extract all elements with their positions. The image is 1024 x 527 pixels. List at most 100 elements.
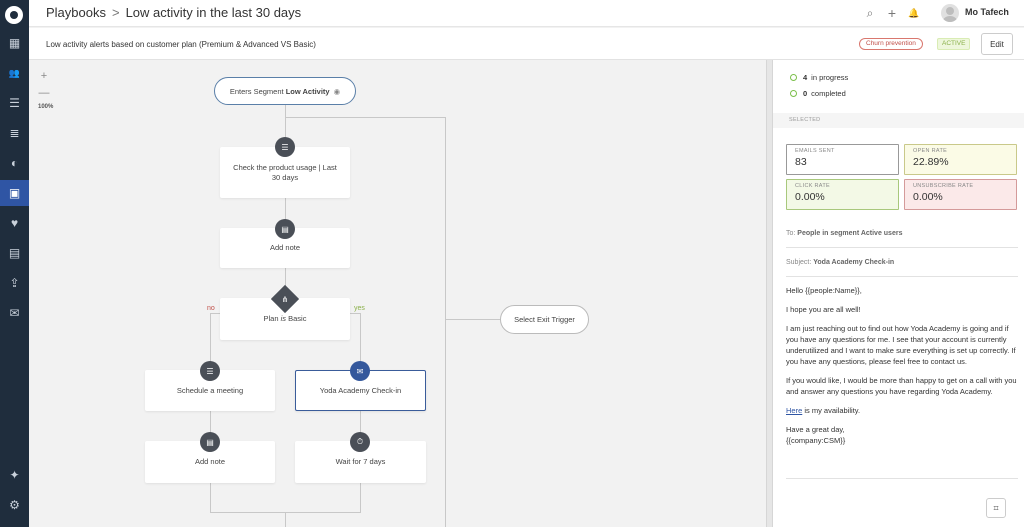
email-subject-field: Subject: Yoda Academy Check-in [786,259,1018,266]
lists-icon: ≣ [9,126,20,140]
signature-text: {{company:CSM}} [786,436,846,445]
check-circle-icon [790,90,797,97]
page-title: Low activity in the last 30 days [125,5,302,20]
branch-yes-label: yes [354,305,365,312]
top-bar: Playbooks > Low activity in the last 30 da… [29,0,1024,27]
connector [445,319,500,320]
breadcrumb: Playbooks > Low activity in the last 30 da… [46,5,301,20]
lightbulb-icon: ✦ [9,468,20,482]
task-list-icon: ☰ [200,361,220,381]
plan-value: Basic [286,314,307,323]
segments-icon: ☰ [9,96,20,110]
sidebar-item-lists[interactable]: ≣ [0,120,29,146]
wait-label: Wait for 7 days [335,457,386,466]
add-icon[interactable]: + [885,6,899,20]
connector [360,482,361,512]
playbooks-icon: ▣ [8,186,21,200]
sidebar-item-messages[interactable]: ✉ [0,300,29,326]
in-progress-count: 4 [803,73,808,82]
entry-trigger-node[interactable]: Enters Segment Low Activity ◉ [214,77,356,105]
in-progress-stat: 4 in progress [790,73,848,82]
user-name[interactable]: Mo Tafech [965,7,1009,17]
note-icon: ▤ [200,432,220,452]
scan-icon[interactable]: ⌗ [986,498,1006,518]
subject-value: Yoda Academy Check-in [813,259,895,266]
email-availability-line: Here is my availability. [786,405,1021,416]
unsubscribe-rate-value: 0.00% [913,191,943,203]
note-icon: ▤ [275,219,295,239]
sidebar-item-calculator[interactable]: ▤ [0,240,29,266]
to-label: To: [786,230,796,237]
timer-icon: ⏱ [350,432,370,452]
unsubscribe-rate-card: UNSUBSCRIBE RATE 0.00% [904,179,1017,210]
branch-no-label: no [207,305,215,312]
emails-sent-label: EMAILS SENT [795,148,835,154]
people-icon: 👥 [8,67,21,78]
check-usage-label: Check the product usage | Last 30 days [233,162,337,182]
list-icon: ☰ [275,137,295,157]
sidebar-item-health[interactable]: ♥ [0,210,29,236]
playbook-subheader: Low activity alerts based on customer pl… [29,28,1024,60]
bell-icon[interactable]: 🔔 [907,6,921,20]
heart-icon: ♥ [10,216,19,230]
divider [786,276,1018,277]
open-rate-value: 22.89% [913,156,949,168]
sidebar-item-segments[interactable]: ☰ [0,90,29,116]
churn-prevention-tag: Churn prevention [859,38,923,50]
search-icon[interactable]: ⌕ [863,6,877,20]
message-icon: ✉ [9,306,20,320]
email-paragraph: I am just reaching out to find out how Y… [786,324,1016,366]
sidebar-item-playbooks[interactable]: ▣ [0,180,29,206]
flow-canvas[interactable]: + — 100% Enters Segment Low Activity ◉ Ch… [29,60,766,527]
click-rate-label: CLICK RATE [795,183,830,189]
schedule-meeting-label: Schedule a meeting [176,385,244,395]
open-rate-card: OPEN RATE 22.89% [904,144,1017,175]
email-paragraph: If you would like, I would be more than … [786,376,1017,396]
unsubscribe-rate-label: UNSUBSCRIBE RATE [913,183,974,189]
connector [350,313,360,314]
completed-stat: 0 completed [790,89,846,98]
divider [786,247,1018,248]
email-paragraph: I hope you are all well! [786,305,861,314]
exit-trigger-button[interactable]: Select Exit Trigger [500,305,589,334]
panel-resize-handle[interactable] [766,60,773,527]
signoff-text: Have a great day, [786,425,845,434]
sidebar-item-tips[interactable]: ✦ [0,462,29,488]
gear-icon: ⚙ [9,498,20,512]
sidebar-item-analytics[interactable]: ◐ [0,150,29,176]
click-rate-card: CLICK RATE 0.00% [786,179,899,210]
availability-link[interactable]: Here [786,406,802,415]
exit-trigger-label: Select Exit Trigger [514,315,575,324]
breadcrumb-root[interactable]: Playbooks [46,5,106,20]
completed-label: completed [811,89,846,98]
app-logo[interactable] [5,6,23,24]
zoom-out-button[interactable]: — [37,86,51,100]
email-signoff: Have a great day, {{company:CSM}} [786,424,1021,446]
details-panel: 4 in progress 0 completed SELECTED EMAILS … [773,60,1024,527]
connector [210,313,220,314]
selected-section-label: SELECTED [773,113,1024,128]
entry-trigger-segment: Low Activity [285,86,330,96]
branch-icon: ⋔ [281,294,289,304]
sidebar-item-settings[interactable]: ⚙ [0,492,29,518]
sidebar-item-people[interactable]: 👥 [0,60,29,86]
connector [210,482,211,512]
sidebar-item-upload[interactable]: ⇪ [0,270,29,296]
open-rate-label: OPEN RATE [913,148,948,154]
completed-count: 0 [803,89,808,98]
zoom-in-button[interactable]: + [37,69,51,83]
breadcrumb-separator: > [111,5,120,20]
connector [445,117,446,527]
calculator-icon: ▤ [8,246,21,260]
analytics-icon: ◐ [10,156,19,170]
sidebar-item-dashboard[interactable]: ▦ [0,30,29,56]
sidebar: ▦ 👥 ☰ ≣ ◐ ▣ ♥ ▤ ⇪ ✉ ✦ ⚙ [0,0,29,527]
click-rate-value: 0.00% [795,191,825,203]
email-to-field: To: People in segment Active users [786,230,1018,237]
in-progress-label: in progress [811,73,849,82]
edit-button[interactable]: Edit [981,33,1013,55]
connector [285,512,286,527]
dashboard-icon: ▦ [8,36,21,50]
connector [285,117,445,118]
avatar[interactable] [941,4,959,22]
